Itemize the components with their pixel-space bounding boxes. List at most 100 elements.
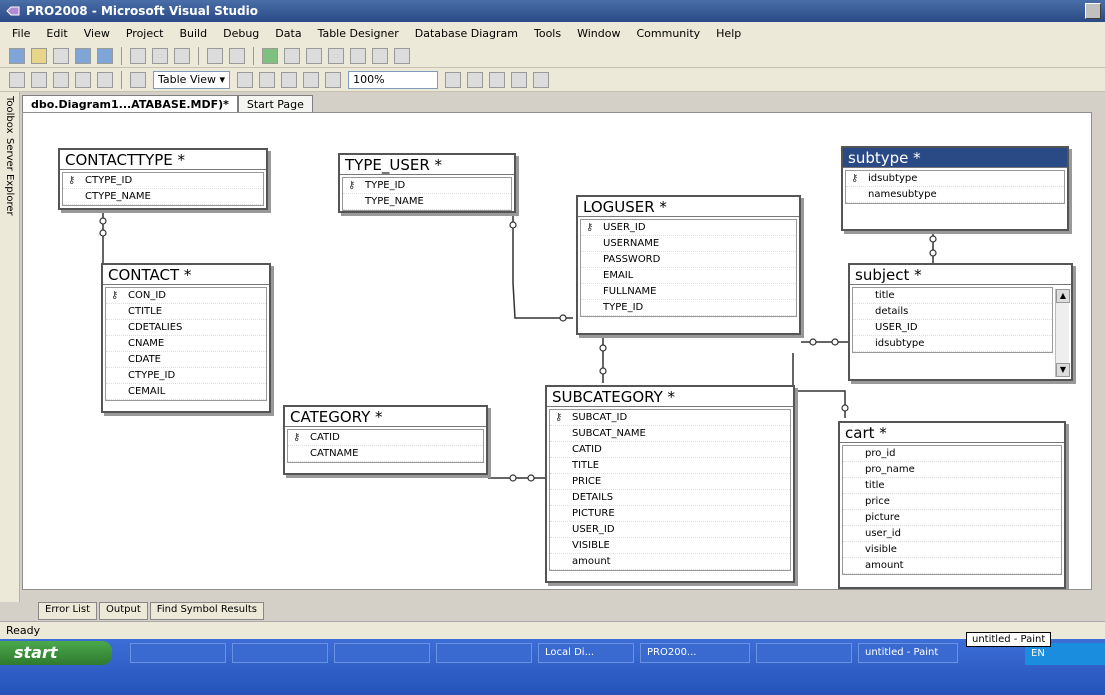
tab-find-symbol-results[interactable]: Find Symbol Results <box>149 602 265 620</box>
relationship-labels-icon[interactable] <box>325 71 342 88</box>
column-row[interactable]: user_id <box>843 526 1061 542</box>
undo-icon[interactable] <box>207 47 223 64</box>
paste-icon[interactable] <box>174 47 190 64</box>
column-row[interactable]: ⚷ CATID <box>288 430 483 446</box>
column-row[interactable]: PICTURE <box>550 506 790 522</box>
start-debug-icon[interactable] <box>262 47 278 64</box>
menu-data[interactable]: Data <box>267 27 309 40</box>
toolbox-tab[interactable]: Toolbox <box>4 92 15 134</box>
add-table-icon[interactable] <box>31 71 47 88</box>
column-row[interactable]: title <box>843 478 1061 494</box>
column-row[interactable]: namesubtype <box>846 187 1064 203</box>
column-row[interactable]: TYPE_ID <box>581 300 796 316</box>
column-row[interactable]: SUBCAT_NAME <box>550 426 790 442</box>
new-table-icon[interactable] <box>9 71 25 88</box>
new-project-icon[interactable] <box>9 47 25 64</box>
taskbar-item[interactable] <box>232 643 328 663</box>
menu-community[interactable]: Community <box>628 27 708 40</box>
arrange-tables-icon[interactable] <box>281 71 298 88</box>
close-button[interactable] <box>1085 3 1101 19</box>
table-subcategory[interactable]: SUBCATEGORY * ⚷ SUBCAT_ID SUBCAT_NAME CAT… <box>545 385 795 583</box>
column-row[interactable]: CNAME <box>106 336 266 352</box>
column-row[interactable]: PRICE <box>550 474 790 490</box>
tab-start-page[interactable]: Start Page <box>237 95 313 113</box>
column-row[interactable]: ⚷ USER_ID <box>581 220 796 236</box>
arrange-selection-icon[interactable] <box>259 71 276 88</box>
page-breaks-icon[interactable] <box>445 71 462 88</box>
column-row[interactable]: ⚷ CTYPE_ID <box>63 173 263 189</box>
table-type-user[interactable]: TYPE_USER * ⚷ TYPE_ID TYPE_NAME <box>338 153 516 213</box>
remove-from-diagram-icon[interactable] <box>97 71 113 88</box>
scroll-down-icon[interactable]: ▼ <box>1056 363 1070 377</box>
recalc-page-breaks-icon[interactable] <box>467 71 484 88</box>
column-row[interactable]: pro_id <box>843 446 1061 462</box>
column-row[interactable]: EMAIL <box>581 268 796 284</box>
delete-table-icon[interactable] <box>75 71 91 88</box>
column-row[interactable]: TYPE_NAME <box>343 194 511 210</box>
save-icon[interactable] <box>75 47 91 64</box>
start-page-icon[interactable] <box>394 47 410 64</box>
column-row[interactable]: USER_ID <box>853 320 1052 336</box>
menu-debug[interactable]: Debug <box>215 27 267 40</box>
manage-indexes-icon[interactable] <box>489 71 506 88</box>
taskbar-item[interactable] <box>436 643 532 663</box>
table-scrollbar[interactable]: ▲ ▼ <box>1055 289 1070 377</box>
table-contact[interactable]: CONTACT * ⚷ CON_ID CTITLE CDETALIES CNAME… <box>101 263 271 413</box>
taskbar-item-pro2008[interactable]: PRO200... <box>640 643 750 663</box>
properties-icon[interactable] <box>328 47 344 64</box>
menu-build[interactable]: Build <box>171 27 215 40</box>
add-item-icon[interactable] <box>53 47 69 64</box>
taskbar-item[interactable] <box>130 643 226 663</box>
column-row[interactable]: amount <box>550 554 790 570</box>
table-view-dropdown[interactable]: Table View ▾ <box>153 70 231 89</box>
column-row[interactable]: CDETALIES <box>106 320 266 336</box>
column-row[interactable]: price <box>843 494 1061 510</box>
menu-help[interactable]: Help <box>708 27 749 40</box>
taskbar-item[interactable] <box>334 643 430 663</box>
diagram-canvas[interactable]: CONTACTTYPE * ⚷ CTYPE_ID CTYPE_NAME TYPE_… <box>22 112 1092 590</box>
cut-icon[interactable] <box>130 47 146 64</box>
tab-output[interactable]: Output <box>99 602 148 620</box>
column-row[interactable]: picture <box>843 510 1061 526</box>
column-row[interactable]: ⚷ SUBCAT_ID <box>550 410 790 426</box>
find-icon[interactable] <box>284 47 300 64</box>
column-row[interactable]: ⚷ TYPE_ID <box>343 178 511 194</box>
table-cart[interactable]: cart * pro_id pro_name title price pictu… <box>838 421 1066 589</box>
menu-file[interactable]: File <box>4 27 38 40</box>
toolbox-icon[interactable] <box>372 47 388 64</box>
column-row[interactable]: ⚷ CON_ID <box>106 288 266 304</box>
menu-window[interactable]: Window <box>569 27 628 40</box>
column-row[interactable]: CDATE <box>106 352 266 368</box>
language-indicator[interactable]: EN <box>1031 648 1045 659</box>
zoom-icon[interactable] <box>303 71 320 88</box>
table-category[interactable]: CATEGORY * ⚷ CATID CATNAME <box>283 405 488 475</box>
column-row[interactable]: DETAILS <box>550 490 790 506</box>
column-row[interactable]: USERNAME <box>581 236 796 252</box>
solution-explorer-icon[interactable] <box>306 47 322 64</box>
menu-database-diagram[interactable]: Database Diagram <box>407 27 526 40</box>
start-button[interactable]: start <box>0 641 112 665</box>
column-row[interactable]: details <box>853 304 1052 320</box>
taskbar-item-local-disk[interactable]: Local Di... <box>538 643 634 663</box>
text-annotation-icon[interactable] <box>130 71 146 88</box>
save-all-icon[interactable] <box>97 47 113 64</box>
column-row[interactable]: FULLNAME <box>581 284 796 300</box>
tab-error-list[interactable]: Error List <box>38 602 98 620</box>
menu-tools[interactable]: Tools <box>526 27 569 40</box>
column-row[interactable]: VISIBLE <box>550 538 790 554</box>
column-row[interactable]: CATNAME <box>288 446 483 462</box>
table-subtype[interactable]: subtype * ⚷ idsubtype namesubtype <box>841 146 1069 231</box>
column-row[interactable]: USER_ID <box>550 522 790 538</box>
column-row[interactable]: CATID <box>550 442 790 458</box>
open-file-icon[interactable] <box>31 47 47 64</box>
column-row[interactable]: visible <box>843 542 1061 558</box>
column-row[interactable]: TITLE <box>550 458 790 474</box>
menu-edit[interactable]: Edit <box>38 27 75 40</box>
table-contacttype[interactable]: CONTACTTYPE * ⚷ CTYPE_ID CTYPE_NAME <box>58 148 268 210</box>
server-explorer-tab[interactable]: Server Explorer <box>4 134 15 216</box>
column-row[interactable]: PASSWORD <box>581 252 796 268</box>
menu-project[interactable]: Project <box>118 27 172 40</box>
column-row[interactable]: idsubtype <box>853 336 1052 352</box>
object-browser-icon[interactable] <box>350 47 366 64</box>
table-loguser[interactable]: LOGUSER * ⚷ USER_ID USERNAME PASSWORD EMA… <box>576 195 801 335</box>
